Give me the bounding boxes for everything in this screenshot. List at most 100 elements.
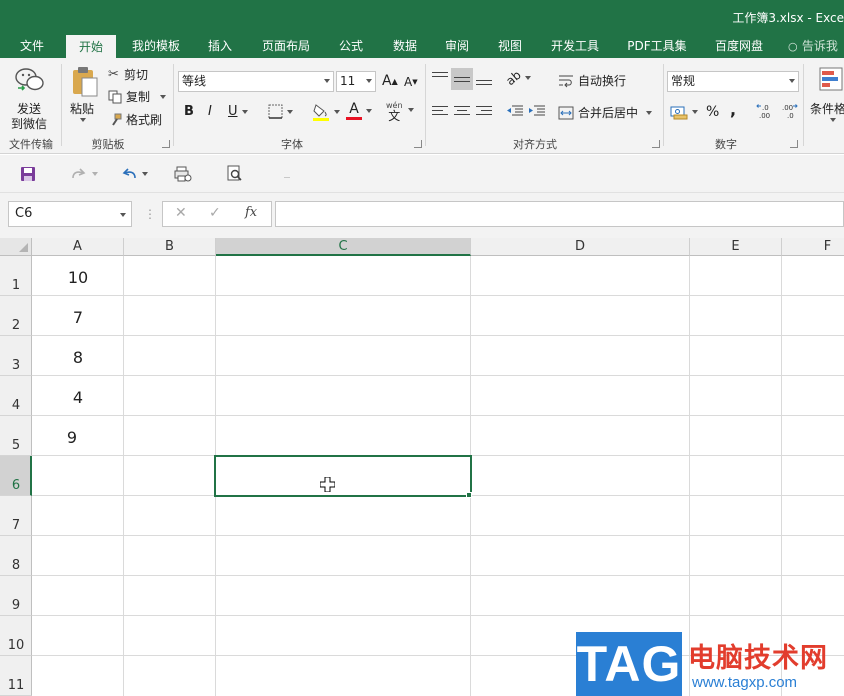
decrease-indent-button[interactable] bbox=[506, 104, 524, 118]
undo-button[interactable] bbox=[120, 164, 148, 184]
bold-button[interactable]: B bbox=[184, 104, 194, 119]
row-header-6[interactable]: 6 bbox=[0, 456, 32, 496]
orientation-button[interactable]: ab bbox=[503, 68, 531, 88]
cut-button[interactable]: ✂ 剪切 bbox=[108, 66, 148, 83]
row-header-3[interactable]: 3 bbox=[0, 336, 32, 376]
paste-button[interactable] bbox=[70, 66, 100, 98]
find-button[interactable] bbox=[226, 164, 244, 184]
customize-qat-button[interactable] bbox=[284, 167, 290, 187]
tab-formulas[interactable]: 公式 bbox=[328, 34, 374, 58]
column-header-f[interactable]: F bbox=[782, 238, 844, 256]
cell-a5[interactable]: 9 bbox=[26, 428, 118, 447]
fill-handle[interactable] bbox=[466, 492, 472, 498]
row-header-11[interactable]: 11 bbox=[0, 656, 32, 696]
font-color-button[interactable]: A bbox=[346, 102, 372, 120]
row-header-10[interactable]: 10 bbox=[0, 616, 32, 656]
cell-a3[interactable]: 8 bbox=[32, 348, 124, 367]
comma-style-button[interactable]: , bbox=[730, 100, 736, 119]
row-header-2[interactable]: 2 bbox=[0, 296, 32, 336]
tab-my-templates[interactable]: 我的模板 bbox=[124, 34, 188, 58]
merge-center-button[interactable]: 合并后居中 bbox=[558, 104, 653, 121]
align-center-button[interactable] bbox=[454, 104, 470, 118]
grow-font-button[interactable]: A ▲ bbox=[382, 73, 398, 89]
tab-page-layout[interactable]: 页面布局 bbox=[254, 34, 318, 58]
select-all-corner[interactable] bbox=[0, 238, 32, 256]
name-box-dropdown-icon[interactable] bbox=[120, 213, 126, 217]
row-header-7[interactable]: 7 bbox=[0, 496, 32, 536]
cell-a2[interactable]: 7 bbox=[32, 308, 124, 327]
increase-indent-button[interactable] bbox=[528, 104, 546, 118]
enter-icon[interactable]: ✓ bbox=[209, 205, 221, 221]
name-box[interactable]: C6 bbox=[8, 201, 132, 227]
row-header-9[interactable]: 9 bbox=[0, 576, 32, 616]
column-header-b[interactable]: B bbox=[124, 238, 216, 256]
phonetic-guide-button[interactable]: wén 文 bbox=[386, 101, 403, 123]
search-document-icon bbox=[227, 165, 242, 181]
increase-indent-icon bbox=[529, 105, 545, 116]
align-bottom-button[interactable] bbox=[476, 71, 492, 85]
cell-a4[interactable]: 4 bbox=[32, 388, 124, 407]
row-header-1[interactable]: 1 bbox=[0, 256, 32, 296]
column-header-a[interactable]: A bbox=[32, 238, 124, 256]
row-header-4[interactable]: 4 bbox=[0, 376, 32, 416]
font-launcher-icon[interactable] bbox=[414, 140, 422, 148]
font-size-select[interactable]: 11 bbox=[336, 71, 376, 92]
tab-developer[interactable]: 开发工具 bbox=[542, 34, 608, 58]
tab-home[interactable]: 开始 bbox=[66, 35, 116, 58]
copy-dropdown-arrow[interactable] bbox=[160, 94, 167, 99]
borders-button[interactable] bbox=[268, 104, 293, 119]
group-label-number: 数字 bbox=[715, 138, 737, 151]
underline-button[interactable]: U bbox=[228, 104, 248, 119]
print-preview-button[interactable] bbox=[174, 164, 192, 184]
clipboard-launcher-icon[interactable] bbox=[162, 140, 170, 148]
conditional-format-button[interactable] bbox=[818, 66, 844, 94]
group-label-alignment: 对齐方式 bbox=[513, 138, 557, 151]
tab-review[interactable]: 审阅 bbox=[434, 34, 480, 58]
align-top-button[interactable] bbox=[432, 71, 448, 85]
decrease-decimal-button[interactable]: .00 .0 bbox=[780, 102, 798, 120]
active-cell-c6[interactable] bbox=[214, 455, 472, 497]
copy-button[interactable]: 复制 bbox=[108, 88, 167, 105]
formula-input[interactable] bbox=[275, 201, 844, 227]
column-header-e[interactable]: E bbox=[690, 238, 782, 256]
tab-baidu-netdisk[interactable]: 百度网盘 bbox=[706, 34, 772, 58]
alignment-launcher-icon[interactable] bbox=[652, 140, 660, 148]
tab-pdf-tools[interactable]: PDF工具集 bbox=[620, 34, 694, 58]
number-launcher-icon[interactable] bbox=[790, 140, 798, 148]
tab-view[interactable]: 视图 bbox=[487, 34, 533, 58]
shrink-font-button[interactable]: A ▼ bbox=[404, 75, 418, 89]
customize-qat-icon bbox=[284, 176, 290, 178]
fill-color-button[interactable] bbox=[312, 102, 340, 122]
insert-function-icon[interactable]: fx bbox=[245, 205, 257, 220]
save-button[interactable] bbox=[20, 164, 36, 184]
svg-text:.00: .00 bbox=[782, 104, 793, 112]
cell-a1[interactable]: 10 bbox=[32, 268, 124, 287]
percent-style-button[interactable]: % bbox=[706, 104, 719, 120]
tab-data[interactable]: 数据 bbox=[382, 34, 428, 58]
format-painter-button[interactable]: 格式刷 bbox=[108, 111, 162, 128]
align-middle-button[interactable] bbox=[451, 68, 473, 90]
conditional-format-dropdown[interactable] bbox=[830, 118, 836, 122]
column-header-c[interactable]: C bbox=[216, 238, 471, 256]
paste-dropdown[interactable] bbox=[80, 118, 86, 122]
phonetic-dropdown[interactable] bbox=[408, 108, 414, 112]
wrap-text-button[interactable]: 自动换行 bbox=[558, 72, 626, 89]
grow-font-icon: A bbox=[382, 73, 392, 89]
group-label-font: 字体 bbox=[281, 138, 303, 151]
align-left-button[interactable] bbox=[432, 104, 448, 118]
font-name-select[interactable]: 等线 bbox=[178, 71, 334, 92]
formula-controls: ✕ ✓ fx bbox=[162, 201, 272, 227]
tab-insert[interactable]: 插入 bbox=[196, 34, 244, 58]
number-format-select[interactable]: 常规 bbox=[667, 71, 799, 92]
redo-button[interactable] bbox=[70, 164, 98, 184]
increase-decimal-button[interactable]: .0 .00 bbox=[756, 102, 774, 120]
tab-file[interactable]: 文件 bbox=[8, 34, 56, 58]
tab-tell-me[interactable]: ○ 告诉我 bbox=[788, 34, 844, 58]
column-header-d[interactable]: D bbox=[471, 238, 690, 256]
align-right-button[interactable] bbox=[476, 104, 492, 118]
row-header-8[interactable]: 8 bbox=[0, 536, 32, 576]
send-to-wechat-button[interactable] bbox=[14, 66, 46, 96]
cancel-icon[interactable]: ✕ bbox=[175, 205, 187, 221]
italic-button[interactable]: I bbox=[208, 104, 212, 119]
accounting-format-button[interactable] bbox=[670, 104, 698, 120]
